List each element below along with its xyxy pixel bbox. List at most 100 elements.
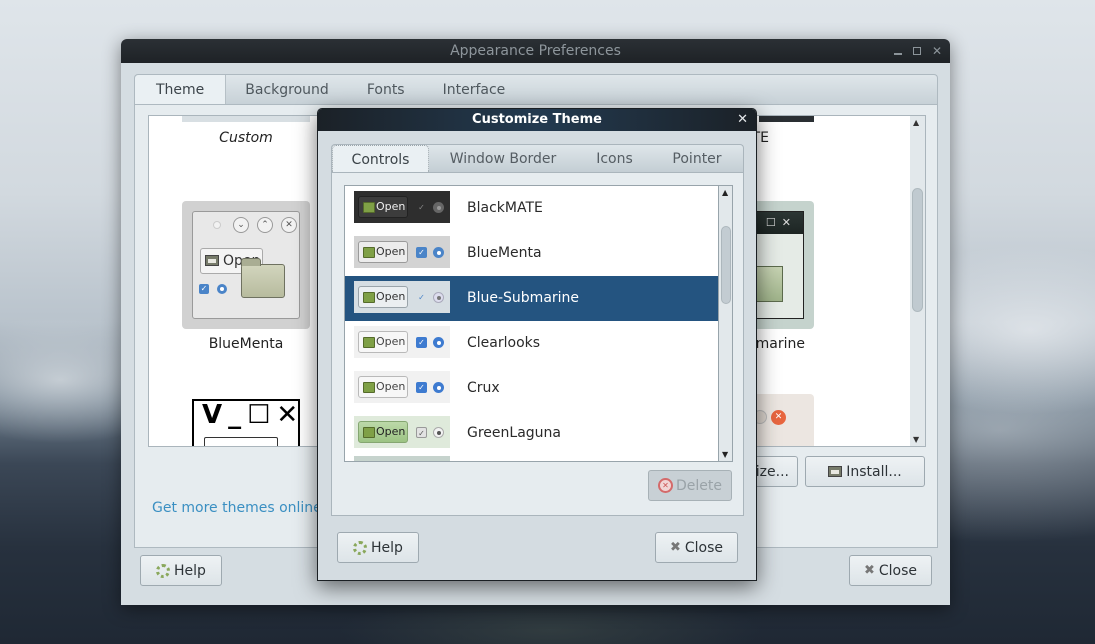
- radio-icon: [433, 337, 444, 348]
- checkbox-icon: ✓: [416, 427, 427, 438]
- list-item[interactable]: Open ✓ Crux: [345, 366, 718, 411]
- dialog-help-button[interactable]: Help: [337, 532, 419, 563]
- theme-name: Clearlooks: [467, 335, 541, 351]
- theme-name: BlueMenta: [467, 245, 542, 261]
- minimize-icon: [894, 53, 902, 55]
- close-icon: ✖: [863, 563, 875, 578]
- theme-thumbnail-highcontrast[interactable]: V_☐✕: [192, 399, 305, 446]
- preview-open-button: Open: [358, 241, 408, 263]
- preview-open-button: Open: [358, 331, 408, 353]
- tab-controls[interactable]: Controls: [332, 145, 429, 172]
- close-button[interactable]: ✖ Close: [849, 555, 932, 586]
- checkbox-icon: ✓: [418, 203, 425, 212]
- folder-icon: [205, 255, 219, 266]
- theme-list-scrollbar[interactable]: ▲ ▼: [718, 185, 733, 462]
- window-close-button[interactable]: ✕: [932, 39, 942, 63]
- checkbox-icon: ✓: [199, 284, 209, 294]
- scroll-down-icon[interactable]: ▼: [722, 450, 728, 459]
- list-item[interactable]: Open ✓ Clearlooks: [345, 321, 718, 366]
- theme-name: Blue-Submarine: [467, 290, 580, 306]
- maximize-icon: [913, 47, 921, 55]
- preview-open-button: Open: [358, 196, 408, 218]
- theme-label-bluementa: BlueMenta: [208, 336, 284, 352]
- help-button[interactable]: Help: [140, 555, 222, 586]
- theme-name: BlackMATE: [467, 200, 543, 216]
- theme-thumbnail-bluementa[interactable]: ⌄ ⌃ ✕ Open ✓: [182, 201, 310, 329]
- dialog-tab-bar: Controls Window Border Icons Pointer: [331, 144, 744, 172]
- scroll-up-icon[interactable]: ▲: [722, 188, 728, 197]
- tab-theme[interactable]: Theme: [135, 75, 227, 104]
- radio-icon: [433, 427, 444, 438]
- scroll-up-icon[interactable]: ▲: [913, 118, 919, 127]
- preview-open-button: Open: [358, 421, 408, 443]
- radio-icon: [217, 284, 227, 294]
- tab-background[interactable]: Background: [226, 75, 348, 104]
- close-icon: ✕: [771, 410, 786, 425]
- theme-preview: Open ✓: [354, 416, 450, 448]
- dialog-close-action-button[interactable]: ✖ Close: [655, 532, 738, 563]
- tab-window-border[interactable]: Window Border: [429, 145, 577, 172]
- list-item[interactable]: Open ✓ BlackMATE: [345, 186, 718, 231]
- checkbox-icon: ✓: [416, 247, 427, 258]
- delete-icon: ✕: [658, 478, 673, 493]
- radio-icon: [433, 202, 444, 213]
- folder-icon: [828, 466, 843, 477]
- maximize-button[interactable]: [913, 47, 923, 55]
- list-item-partial[interactable]: [345, 456, 718, 461]
- close-icon: ✕: [737, 112, 748, 127]
- main-tab-bar: Theme Background Fonts Interface: [134, 74, 938, 104]
- checkbox-icon: ✓: [416, 337, 427, 348]
- controls-page: Open ✓ BlackMATE Open ✓ BlueMenta Open ✓…: [331, 172, 744, 516]
- theme-thumbnail-custom[interactable]: [182, 116, 310, 122]
- tab-icons[interactable]: Icons: [577, 145, 652, 172]
- scrollbar-thumb[interactable]: [721, 226, 731, 304]
- dialog-close-button[interactable]: ✕: [737, 109, 748, 131]
- radio-icon: [433, 382, 444, 393]
- install-button[interactable]: Install...: [805, 456, 925, 487]
- controls-theme-list[interactable]: Open ✓ BlackMATE Open ✓ BlueMenta Open ✓…: [344, 185, 718, 462]
- window-controls-icon: ☐✕: [749, 212, 803, 234]
- theme-thumbnail-blue-submarine[interactable]: ☐✕: [749, 201, 814, 329]
- tab-pointer[interactable]: Pointer: [652, 145, 742, 172]
- theme-preview: Open ✓: [354, 236, 450, 268]
- checkbox-icon: ✓: [418, 293, 425, 302]
- theme-preview: Open ✓: [354, 326, 450, 358]
- scroll-down-icon[interactable]: ▼: [913, 435, 919, 444]
- window-title: Appearance Preferences: [450, 43, 621, 59]
- window-controls-icon: V_☐✕: [202, 400, 305, 430]
- delete-button[interactable]: ✕ Delete: [648, 470, 732, 501]
- theme-thumbnail-ambiance[interactable]: ✕: [749, 394, 814, 446]
- chevron-up-icon: ⌃: [257, 217, 273, 233]
- list-item-selected[interactable]: Open ✓ Blue-Submarine: [345, 276, 718, 321]
- theme-name: GreenLaguna: [467, 425, 561, 441]
- help-icon: [156, 563, 171, 578]
- help-icon: [353, 540, 368, 555]
- theme-preview: [354, 456, 450, 461]
- theme-label-custom: Custom: [219, 130, 273, 146]
- list-item[interactable]: Open ✓ GreenLaguna: [345, 411, 718, 456]
- dialog-notebook: Controls Window Border Icons Pointer Ope…: [331, 144, 744, 516]
- window-titlebar[interactable]: Appearance Preferences ✕: [121, 39, 950, 63]
- scrollbar-thumb[interactable]: [912, 188, 923, 312]
- theme-preview: Open ✓: [354, 281, 450, 313]
- minimize-button[interactable]: [894, 47, 904, 55]
- checkbox-icon: ✓: [416, 382, 427, 393]
- tab-fonts[interactable]: Fonts: [348, 75, 424, 104]
- close-icon: ✕: [281, 217, 297, 233]
- radio-icon: [433, 292, 444, 303]
- dialog-titlebar[interactable]: Customize Theme ✕: [318, 109, 756, 131]
- list-item[interactable]: Open ✓ BlueMenta: [345, 231, 718, 276]
- tab-interface[interactable]: Interface: [424, 75, 525, 104]
- radio-icon: [433, 247, 444, 258]
- theme-name: Crux: [467, 380, 500, 396]
- theme-preview: Open ✓: [354, 191, 450, 223]
- chevron-down-icon: ⌄: [233, 217, 249, 233]
- folder-icon: [241, 258, 285, 298]
- dialog-title: Customize Theme: [472, 112, 602, 127]
- preview-open-button: Open: [358, 376, 408, 398]
- get-more-themes-link[interactable]: Get more themes online: [152, 500, 322, 516]
- close-icon: ✖: [669, 540, 681, 555]
- theme-thumbnail-blackmate[interactable]: [759, 116, 814, 122]
- close-icon: ✕: [932, 44, 943, 58]
- theme-grid-scrollbar[interactable]: ▲ ▼: [910, 115, 926, 447]
